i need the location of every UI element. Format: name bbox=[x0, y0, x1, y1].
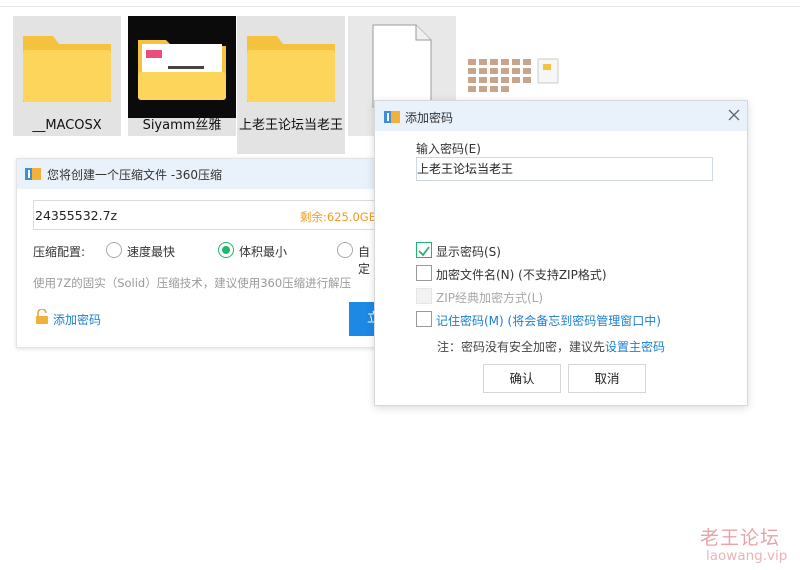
confirm-button[interactable]: 确认 bbox=[483, 364, 561, 393]
password-label: 输入密码(E) bbox=[416, 142, 481, 156]
folder-icon bbox=[23, 36, 111, 102]
file-item-siyamm[interactable]: Siyamm丝雅 bbox=[128, 16, 236, 136]
panel-header: 您将创建一个压缩文件 -360压缩 bbox=[17, 159, 377, 189]
close-icon[interactable] bbox=[727, 108, 741, 122]
remember-password-label[interactable]: 记住密码(M) (将会备忘到密码管理窗口中) bbox=[436, 312, 661, 329]
zip-classic-label: ZIP经典加密方式(L) bbox=[436, 291, 544, 305]
archive-icon bbox=[25, 168, 41, 180]
watermark-title: 老王论坛 bbox=[700, 527, 781, 549]
lock-icon bbox=[36, 309, 48, 324]
top-divider bbox=[0, 6, 800, 7]
checkmark-icon bbox=[418, 246, 430, 257]
image-grid-thumbnail[interactable] bbox=[466, 55, 562, 101]
file-item-macosx[interactable]: __MACOSX bbox=[13, 16, 121, 136]
remember-password-checkbox[interactable] bbox=[416, 311, 432, 327]
file-name: 上老王论坛当老王 bbox=[238, 118, 343, 133]
show-password-checkbox[interactable] bbox=[416, 242, 432, 258]
folder-icon bbox=[247, 36, 335, 102]
cancel-button[interactable]: 取消 bbox=[568, 364, 646, 393]
folder-preview-icon bbox=[128, 16, 236, 118]
compress-config-label: 压缩配置: bbox=[33, 245, 86, 259]
radio-label-size: 体积最小 bbox=[239, 245, 288, 259]
panel-title: 您将创建一个压缩文件 -360压缩 bbox=[47, 168, 223, 182]
blank-file-icon bbox=[372, 24, 432, 108]
dialog-header: 添加密码 bbox=[375, 101, 747, 131]
encrypt-filenames-checkbox[interactable] bbox=[416, 265, 432, 281]
archive-icon bbox=[384, 111, 400, 123]
show-password-label: 显示密码(S) bbox=[436, 245, 501, 259]
add-password-link[interactable]: 添加密码 bbox=[53, 311, 101, 328]
dialog-title: 添加密码 bbox=[405, 111, 454, 125]
encrypt-filenames-label: 加密文件名(N) (不支持ZIP格式) bbox=[436, 268, 607, 282]
compress-panel: 您将创建一个压缩文件 -360压缩 24355532.7z 剩余:625.0GB… bbox=[16, 158, 391, 348]
password-value: 上老王论坛当老王 bbox=[417, 162, 514, 176]
radio-size-smallest[interactable] bbox=[218, 242, 234, 258]
compress-hint: 使用7Z的固实（Solid）压缩技术，建议使用360压缩进行解压 bbox=[33, 276, 352, 290]
radio-speed-fastest[interactable] bbox=[106, 242, 122, 258]
zip-classic-checkbox bbox=[416, 288, 432, 304]
file-name: Siyamm丝雅 bbox=[142, 118, 222, 133]
file-item-laowang[interactable]: 上老王论坛当老王 bbox=[237, 16, 345, 154]
set-master-password-link[interactable]: 设置主密码 bbox=[605, 340, 665, 354]
note-text: 注：密码没有安全加密，建议先 bbox=[437, 340, 606, 354]
free-space-label: 剩余:625.0GB bbox=[300, 210, 377, 224]
radio-label-speed: 速度最快 bbox=[127, 245, 176, 259]
radio-custom[interactable] bbox=[337, 242, 353, 258]
add-password-dialog: 添加密码 输入密码(E) 上老王论坛当老王 显示密码(S) 加密文件名(N) (… bbox=[374, 100, 748, 406]
watermark-url: laowang.vip bbox=[706, 548, 788, 564]
archive-name-value: 24355532.7z bbox=[35, 208, 118, 223]
security-note: 注：密码没有安全加密，建议先设置主密码 bbox=[437, 338, 665, 355]
file-name: __MACOSX bbox=[32, 118, 102, 133]
